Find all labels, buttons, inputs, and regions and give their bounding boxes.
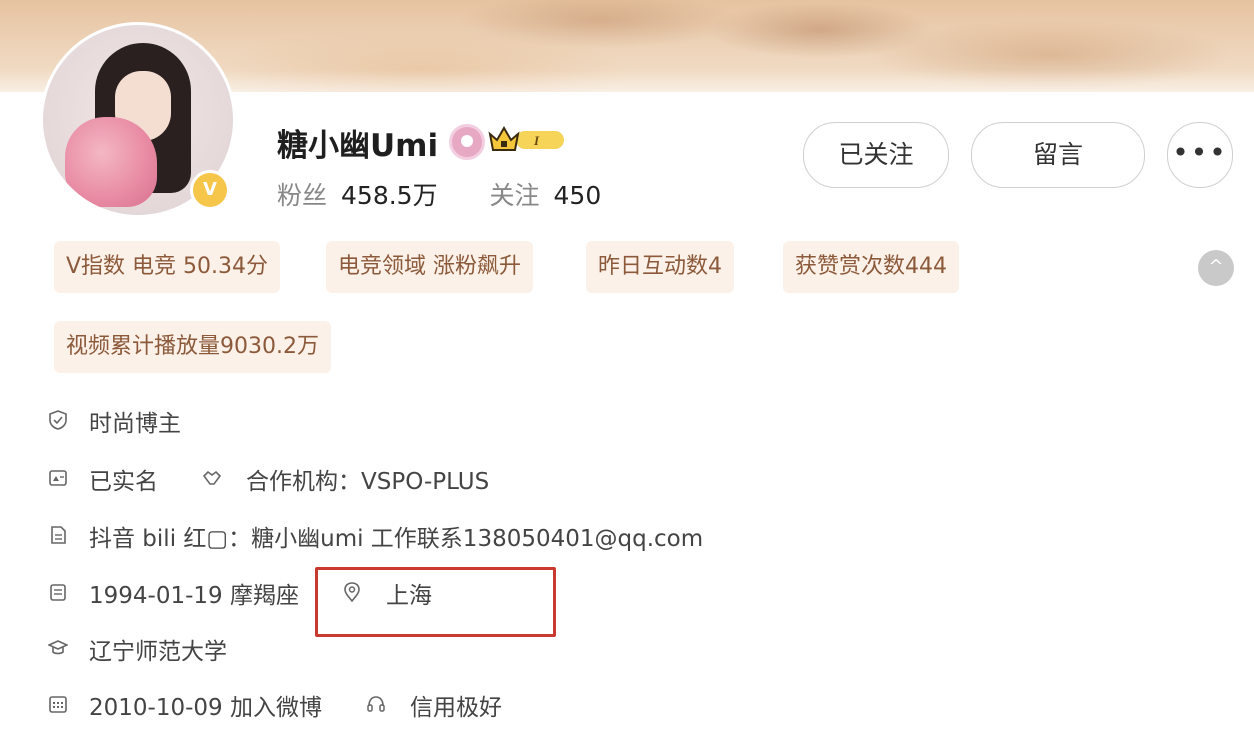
- bio-text: 抖音 bili 红▢：糖小幽umi 工作联系138050401@qq.com: [89, 526, 704, 552]
- tag-v-index[interactable]: V指数 电竞 50.34分: [54, 241, 281, 293]
- joined-date-text: 2010-10-09 加入微博: [89, 695, 322, 721]
- info-row-category: 时尚博主: [44, 400, 444, 440]
- following-label[interactable]: 关注: [490, 181, 540, 210]
- info-row-joined-credit: 2010-10-09 加入微博 信用极好: [44, 684, 644, 724]
- following-count[interactable]: 450: [554, 181, 602, 210]
- school-text[interactable]: 辽宁师范大学: [89, 632, 227, 666]
- avatar-bouquet: [65, 117, 157, 207]
- document-icon: [51, 526, 66, 544]
- calendar-icon: [50, 584, 66, 601]
- message-button[interactable]: 留言: [971, 122, 1145, 188]
- tag-reward-count[interactable]: 获赞赏次数444: [783, 241, 959, 293]
- shield-check-icon: [49, 410, 67, 430]
- location-highlight-box: [315, 567, 556, 637]
- collapse-chevron-up-icon[interactable]: ^: [1198, 250, 1234, 286]
- fans-count[interactable]: 458.5万: [341, 181, 438, 210]
- tag-yesterday-interactions[interactable]: 昨日互动数4: [586, 241, 734, 293]
- tag-esports-growth[interactable]: 电竞领域 涨粉飙升: [326, 241, 533, 293]
- followed-button[interactable]: 已关注: [803, 122, 949, 188]
- calendar-grid-icon: [49, 696, 67, 713]
- vip-crown-icon[interactable]: I: [488, 124, 568, 154]
- graduation-cap-icon: [48, 640, 68, 655]
- birthday-text: 1994-01-19 摩羯座: [89, 583, 299, 609]
- profile-name: 糖小幽Umi: [277, 128, 439, 164]
- svg-text:I: I: [533, 133, 540, 148]
- tag-video-plays[interactable]: 视频累计播放量9030.2万: [54, 321, 331, 373]
- agency-text[interactable]: 合作机构：VSPO-PLUS: [246, 462, 489, 496]
- id-card-icon: [49, 470, 67, 486]
- info-row-identity: 已实名 合作机构：VSPO-PLUS: [44, 458, 644, 498]
- profile-stats: 粉丝 458.5万 关注 450: [277, 176, 601, 212]
- info-row-school: 辽宁师范大学: [44, 628, 444, 668]
- verified-badge-icon: V: [190, 170, 230, 210]
- more-options-button[interactable]: •••: [1167, 122, 1233, 188]
- credit-text[interactable]: 信用极好: [410, 688, 502, 722]
- fans-label[interactable]: 粉丝: [277, 181, 327, 210]
- handshake-icon: [202, 470, 222, 485]
- member-badge-icon[interactable]: [449, 124, 485, 160]
- category-text: 时尚博主: [89, 411, 181, 437]
- info-row-bio: 抖音 bili 红▢：糖小幽umi 工作联系138050401@qq.com: [44, 515, 764, 555]
- real-name-text: 已实名: [89, 469, 158, 495]
- credit-headset-icon: [367, 696, 385, 712]
